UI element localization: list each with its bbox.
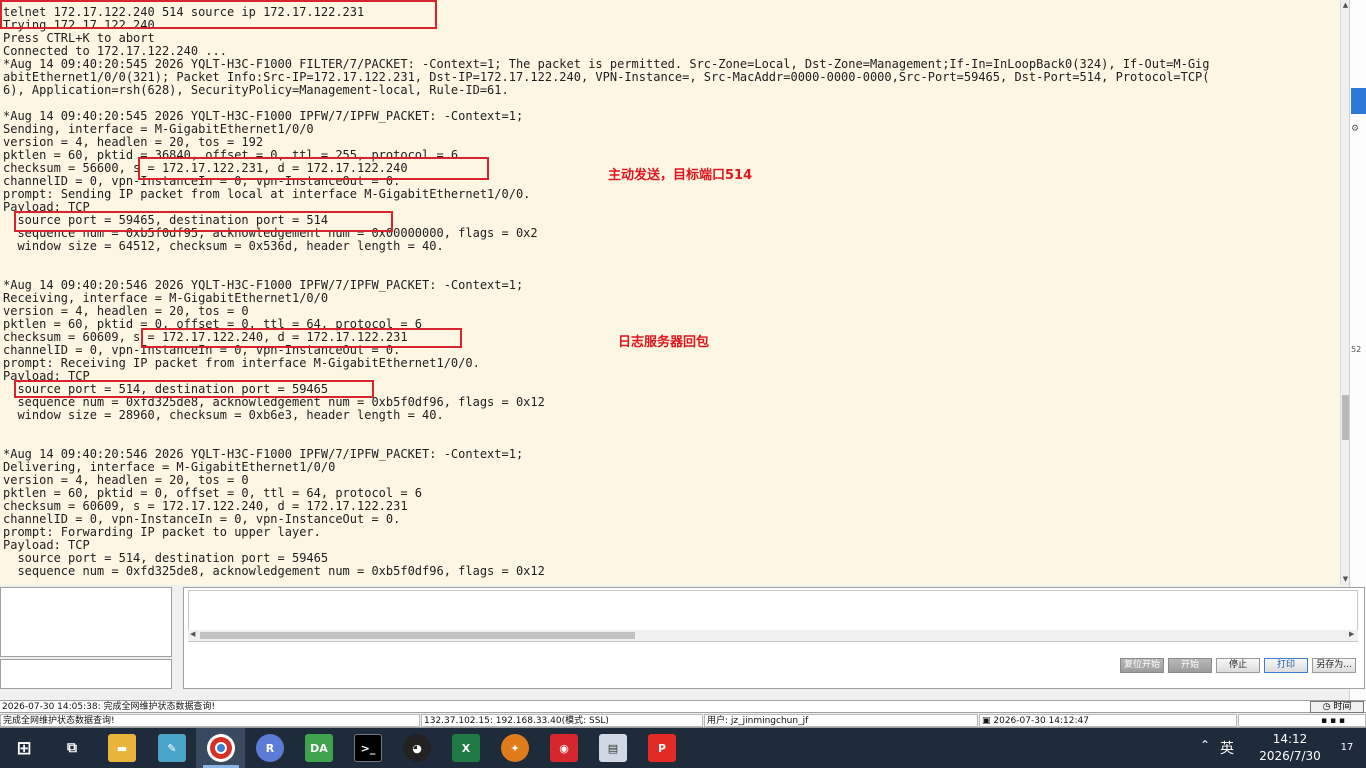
highlight-reply-addresses <box>141 328 462 348</box>
system-tray: ⌃ 英 14:12 2026/7/30 17 <box>1195 728 1366 768</box>
terminal-scroll-thumb[interactable] <box>1342 395 1349 440</box>
number-label: 52 <box>1351 345 1362 354</box>
annotation-send: 主动发送，目标端口514 <box>608 168 753 183</box>
file-explorer-icon[interactable]: ▬ <box>108 734 136 762</box>
qq-icon[interactable]: ◕ <box>403 734 431 762</box>
message-bar: 2026-07-30 14:05:38: 完成全网维护状态数据查询! ◷ 时间 <box>0 700 1366 713</box>
save-as-button[interactable]: 另存为... <box>1312 658 1356 673</box>
terminal-line: prompt: Sending IP packet from local at … <box>3 187 531 201</box>
monitor-icon: ▣ <box>982 716 994 726</box>
remote-desktop-icon[interactable]: ▤ <box>599 734 627 762</box>
log-panel: ◀ ▶ 复位开始 开始 停止 打印 另存为... <box>183 587 1365 689</box>
highlight-reply-ports <box>14 380 374 398</box>
highlight-telnet-command <box>0 0 437 29</box>
highlight-send-ports <box>14 211 393 232</box>
terminal-app-icon[interactable]: >_ <box>354 734 382 762</box>
terminal-output: telnet 172.17.122.240 514 source ip 172.… <box>3 6 1210 578</box>
left-list-panel[interactable] <box>0 587 172 657</box>
terminal-line: prompt: Receiving IP packet from interfa… <box>3 356 480 370</box>
terminal-window[interactable]: telnet 172.17.122.240 514 source ip 172.… <box>0 0 1340 585</box>
tray-expand-icon[interactable]: ⌃ <box>1200 738 1210 752</box>
notification-icon[interactable]: 17 <box>1336 737 1358 759</box>
taskbar: ⊞ ⧉ ▬ ✎ R DA >_ ◕ X ✦ ◉ ▤ P ⌃ 英 14:12 20… <box>0 728 1366 768</box>
clock[interactable]: 14:12 2026/7/30 <box>1250 731 1330 765</box>
status-icons-cell: ▪ ▪ ▪ <box>1238 714 1366 727</box>
application-lower-area: ◀ ▶ 复位开始 开始 停止 打印 另存为... <box>0 585 1365 700</box>
bank-app-icon[interactable]: ◉ <box>550 734 578 762</box>
terminal-line: window size = 28960, checksum = 0xb6e3, … <box>3 408 444 422</box>
time-button-label: 时间 <box>1333 702 1352 712</box>
task-view-icon[interactable]: ⧉ <box>58 734 86 762</box>
chrome-icon[interactable] <box>207 734 235 762</box>
terminal-line: window size = 64512, checksum = 0x536d, … <box>3 239 444 253</box>
clock-time: 14:12 <box>1272 732 1308 746</box>
horizontal-scroll-thumb[interactable] <box>200 632 635 639</box>
gear-icon[interactable]: ⚙ <box>1351 124 1359 134</box>
da-app-icon[interactable]: DA <box>305 734 333 762</box>
terminal-line: 6), Application=rsh(628), SecurityPolicy… <box>3 83 509 97</box>
start-button[interactable]: 开始 <box>1168 658 1212 673</box>
blue-bar <box>1351 88 1366 114</box>
status-timestamp: 2026-07-30 14:12:47 <box>993 716 1089 726</box>
notepad-app-icon[interactable]: ✎ <box>158 734 186 762</box>
log-horizontal-scrollbar[interactable]: ◀ ▶ <box>188 630 1358 641</box>
left-secondary-panel[interactable] <box>0 659 172 689</box>
status-user: 用户: jz_jinmingchun_jf <box>704 714 978 727</box>
clock-icon: ◷ <box>1322 702 1331 712</box>
stop-button[interactable]: 停止 <box>1216 658 1260 673</box>
status-message: 2026-07-30 14:05:38: 完成全网维护状态数据查询! <box>2 702 216 712</box>
r-app-icon[interactable]: R <box>256 734 284 762</box>
clock-date: 2026/7/30 <box>1259 749 1321 763</box>
orange-app-icon[interactable]: ✦ <box>501 734 529 762</box>
print-button[interactable]: 打印 <box>1264 658 1308 673</box>
highlight-send-addresses <box>138 157 489 180</box>
excel-icon[interactable]: X <box>452 734 480 762</box>
status-time-cell: ▣ 2026-07-30 14:12:47 <box>979 714 1237 727</box>
reset-start-button[interactable]: 复位开始 <box>1120 658 1164 673</box>
resize-icon[interactable]: ▪ ▪ ▪ <box>1321 716 1345 726</box>
time-button[interactable]: ◷ 时间 <box>1310 701 1364 713</box>
terminal-line: prompt: Forwarding IP packet to upper la… <box>3 525 321 539</box>
status-bar: 完成全网维护状态数据查询! 132.37.102.15: 192.168.33.… <box>0 713 1366 728</box>
ime-indicator[interactable]: 英 <box>1220 738 1234 758</box>
terminal-scrollbar[interactable]: ▲ ▼ <box>1340 0 1349 585</box>
windows-start-icon[interactable]: ⊞ <box>10 734 38 762</box>
terminal-line: sequence num = 0xfd325de8, acknowledgeme… <box>3 564 545 578</box>
scroll-right-icon[interactable]: ▶ <box>1349 630 1354 638</box>
annotation-reply: 日志服务器回包 <box>618 335 710 350</box>
scroll-left-icon[interactable]: ◀ <box>190 630 195 638</box>
p-app-icon[interactable]: P <box>648 734 676 762</box>
notification-count: 17 <box>1340 742 1354 753</box>
status-left-text: 完成全网维护状态数据查询! <box>0 714 420 727</box>
status-server: 132.37.102.15: 192.168.33.40(模式: SSL) <box>421 714 703 727</box>
